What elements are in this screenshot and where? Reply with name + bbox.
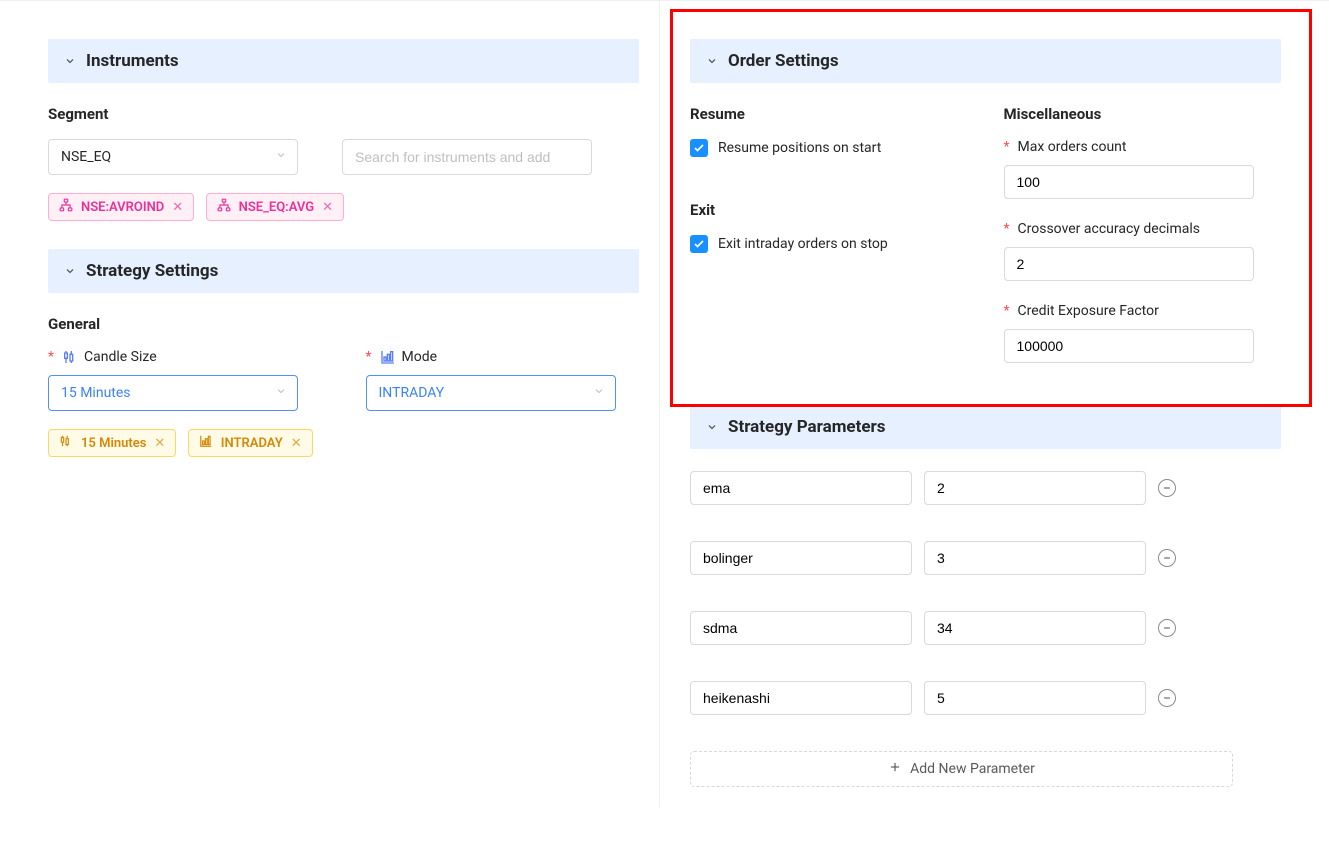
segment-value: NSE_EQ [61,149,111,165]
remove-parameter-button[interactable] [1158,619,1176,637]
instruments-header[interactable]: Instruments [48,39,639,83]
resume-checkbox-label: Resume positions on start [718,140,881,156]
tag-label: NSE_EQ:AVG [239,200,314,215]
required-icon: * [1004,303,1010,319]
candle-size-select[interactable]: 15 Minutes [48,375,298,411]
instrument-tags: NSE:AVROIND ✕ NSE_EQ:AVG ✕ [48,193,639,221]
credit-input[interactable] [1004,329,1254,363]
candle-size-value: 15 Minutes [61,385,131,401]
mode-label: * Mode [366,349,640,365]
mode-value: INTRADAY [379,385,445,401]
chevron-down-icon [275,149,287,165]
parameter-name-input[interactable] [690,471,912,505]
section-title: Strategy Parameters [728,417,886,437]
parameter-value-input[interactable] [924,541,1146,575]
tag-label: 15 Minutes [81,436,146,451]
section-title: Instruments [86,51,179,71]
required-icon: * [1004,221,1010,237]
close-icon[interactable]: ✕ [172,200,183,215]
parameter-value-input[interactable] [924,681,1146,715]
required-icon: * [48,349,54,365]
close-icon[interactable]: ✕ [154,436,165,451]
strategy-tag[interactable]: 15 Minutes ✕ [48,429,176,457]
required-icon: * [366,349,372,365]
parameter-name-input[interactable] [690,541,912,575]
max-orders-input[interactable] [1004,165,1254,199]
required-icon: * [1004,139,1010,155]
plus-icon [888,760,902,778]
exit-checkbox-row[interactable]: Exit intraday orders on stop [690,235,968,253]
add-parameter-button[interactable]: Add New Parameter [690,751,1233,787]
candlestick-icon [59,434,73,452]
general-label: General [48,315,639,333]
instrument-search-input[interactable] [342,139,592,175]
parameter-row [690,611,1281,645]
parameter-value-input[interactable] [924,611,1146,645]
parameter-row [690,681,1281,715]
tag-label: INTRADAY [221,436,283,451]
remove-parameter-button[interactable] [1158,479,1176,497]
parameter-name-input[interactable] [690,681,912,715]
chevron-down-icon [706,55,718,67]
remove-parameter-button[interactable] [1158,549,1176,567]
instrument-tag[interactable]: NSE:AVROIND ✕ [48,193,194,221]
strategy-parameters-header[interactable]: Strategy Parameters [690,405,1281,449]
chevron-down-icon [593,385,605,401]
parameter-row [690,471,1281,505]
strategy-settings-header[interactable]: Strategy Settings [48,249,639,293]
remove-parameter-button[interactable] [1158,689,1176,707]
checkbox-checked-icon[interactable] [690,139,708,157]
chart-bar-icon [380,349,396,365]
resume-checkbox-row[interactable]: Resume positions on start [690,139,968,157]
exit-label: Exit [690,201,968,219]
section-title: Order Settings [728,51,839,71]
candle-size-label: * Candle Size [48,349,322,365]
strategy-tag[interactable]: INTRADAY ✕ [188,429,313,457]
candlestick-icon [62,349,78,365]
exit-checkbox-label: Exit intraday orders on stop [718,236,888,252]
resume-label: Resume [690,105,968,123]
tag-label: NSE:AVROIND [81,200,164,215]
mode-select[interactable]: INTRADAY [366,375,616,411]
add-parameter-label: Add New Parameter [910,761,1035,777]
checkbox-checked-icon[interactable] [690,235,708,253]
chevron-down-icon [275,385,287,401]
chart-bar-icon [199,434,213,452]
close-icon[interactable]: ✕ [322,200,333,215]
crossover-input[interactable] [1004,247,1254,281]
max-orders-label: * Max orders count [1004,139,1282,155]
section-title: Strategy Settings [86,261,218,281]
parameter-value-input[interactable] [924,471,1146,505]
close-icon[interactable]: ✕ [291,436,302,451]
hierarchy-icon [59,198,73,216]
segment-label: Segment [48,105,639,123]
misc-label: Miscellaneous [1004,105,1282,123]
chevron-down-icon [64,265,76,277]
strategy-tags: 15 Minutes ✕ INTRADAY ✕ [48,429,639,457]
segment-select[interactable]: NSE_EQ [48,139,298,175]
credit-label: * Credit Exposure Factor [1004,303,1282,319]
parameter-name-input[interactable] [690,611,912,645]
chevron-down-icon [706,421,718,433]
instrument-tag[interactable]: NSE_EQ:AVG ✕ [206,193,344,221]
order-settings-header[interactable]: Order Settings [690,39,1281,83]
crossover-label: * Crossover accuracy decimals [1004,221,1282,237]
chevron-down-icon [64,55,76,67]
parameter-row [690,541,1281,575]
hierarchy-icon [217,198,231,216]
